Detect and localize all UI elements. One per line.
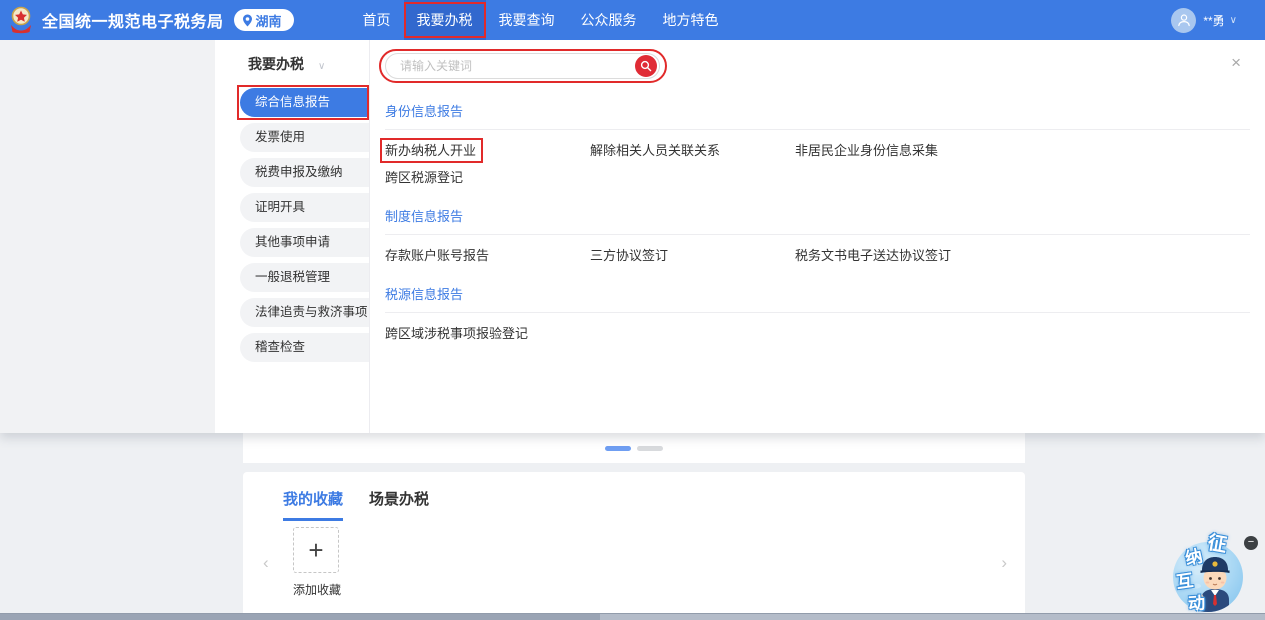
- tax-bureau-emblem-icon: [8, 6, 34, 34]
- chevron-left-icon[interactable]: ‹: [263, 553, 269, 573]
- link-new-taxpayer-opening[interactable]: 新办纳税人开业: [385, 142, 476, 159]
- add-favorite-label: 添加收藏: [293, 581, 341, 598]
- sidebar-item-other-applications[interactable]: 其他事项申请: [240, 228, 369, 257]
- carousel-dot[interactable]: [637, 446, 663, 451]
- add-favorite-button[interactable]: +: [293, 527, 339, 573]
- link-remove-related-person[interactable]: 解除相关人员关联关系: [590, 142, 720, 159]
- sidebar-title: 我要办税 ∨: [215, 54, 369, 74]
- location-selector[interactable]: 湖南: [234, 9, 294, 31]
- mascot-minimize-button[interactable]: −: [1244, 536, 1258, 550]
- plus-icon: +: [308, 535, 323, 566]
- horizontal-scrollbar[interactable]: [0, 613, 1265, 620]
- favorites-tabs: 我的收藏 场景办税: [243, 472, 1025, 521]
- chevron-down-icon: ∨: [1230, 15, 1237, 26]
- add-favorite: + 添加收藏: [293, 527, 341, 598]
- favorites-card: 我的收藏 场景办税 ‹ + 添加收藏 ›: [243, 472, 1025, 614]
- interaction-mascot-widget[interactable]: 征 纳 互 动 −: [1152, 527, 1262, 617]
- link-electronic-delivery-agreement[interactable]: 税务文书电子送达协议签订: [795, 247, 951, 264]
- search-input[interactable]: [385, 53, 660, 79]
- tab-my-favorites[interactable]: 我的收藏: [283, 488, 343, 521]
- user-menu[interactable]: **勇 ∨: [1171, 8, 1237, 33]
- search-icon: [640, 60, 652, 72]
- sidebar-item-legal-liability-relief[interactable]: 法律追责与救济事项: [240, 298, 369, 327]
- sidebar-item-audit-inspection[interactable]: 稽查检查: [240, 333, 369, 362]
- divider: [385, 129, 1250, 130]
- nav-local-features[interactable]: 地方特色: [650, 0, 732, 40]
- mega-menu-panel: 我要办税 ∨ 综合信息报告 发票使用 税费申报及缴纳 证明开具 其他事项申请 一般…: [0, 40, 1265, 433]
- location-pin-icon: [242, 14, 253, 27]
- link-grid-tax-source: 跨区域涉税事项报验登记: [385, 325, 1265, 342]
- link-label: 新办纳税人开业: [385, 143, 476, 158]
- close-icon[interactable]: ×: [1231, 54, 1241, 71]
- search-button[interactable]: [635, 55, 657, 77]
- sidebar-item-invoice-use[interactable]: 发票使用: [240, 123, 369, 152]
- link-cross-region-tax-source-registration[interactable]: 跨区税源登记: [385, 169, 463, 186]
- divider: [385, 312, 1250, 313]
- link-grid-system: 存款账户账号报告 三方协议签订 税务文书电子送达协议签订: [385, 247, 1265, 264]
- user-icon: [1177, 13, 1191, 27]
- search-box: [385, 53, 660, 79]
- link-nonresident-identity-collection[interactable]: 非居民企业身份信息采集: [795, 142, 938, 159]
- top-header: 全国统一规范电子税务局 湖南 首页 我要办税 我要查询 公众服务 地方特色 **…: [0, 0, 1265, 40]
- section-title-system-info: 制度信息报告: [385, 206, 1265, 225]
- chevron-right-icon[interactable]: ›: [1001, 553, 1007, 573]
- nav-home[interactable]: 首页: [350, 0, 404, 40]
- user-name: **勇: [1203, 12, 1224, 29]
- main-nav: 首页 我要办税 我要查询 公众服务 地方特色: [350, 0, 732, 40]
- link-tripartite-agreement[interactable]: 三方协议签订: [590, 247, 668, 264]
- link-deposit-account-report[interactable]: 存款账户账号报告: [385, 247, 489, 264]
- nav-public-services[interactable]: 公众服务: [568, 0, 650, 40]
- sidebar-item-tax-declaration-payment[interactable]: 税费申报及缴纳: [240, 158, 369, 187]
- mega-menu-content: 身份信息报告 新办纳税人开业 解除相关人员关联关系 非居民企业身份信息采集 跨区…: [370, 40, 1265, 433]
- favorites-body: ‹ + 添加收藏 ›: [243, 521, 1025, 613]
- sidebar-item-general-tax-refund[interactable]: 一般退税管理: [240, 263, 369, 292]
- nav-wo-yao-cha-xun[interactable]: 我要查询: [486, 0, 568, 40]
- nav-wo-yao-ban-shui[interactable]: 我要办税: [404, 0, 486, 40]
- site-title: 全国统一规范电子税务局: [42, 8, 224, 32]
- section-title-tax-source-info: 税源信息报告: [385, 284, 1265, 303]
- carousel-dot-active[interactable]: [605, 446, 631, 451]
- divider: [385, 234, 1250, 235]
- overlay-dim-area: [0, 40, 215, 433]
- tab-scenario-tax[interactable]: 场景办税: [369, 488, 429, 521]
- sidebar-item-comprehensive-info-report[interactable]: 综合信息报告: [240, 88, 369, 117]
- nav-label: 我要办税: [417, 12, 473, 28]
- user-avatar: [1171, 8, 1196, 33]
- link-grid-identity: 新办纳税人开业 解除相关人员关联关系 非居民企业身份信息采集 跨区税源登记: [385, 142, 1265, 186]
- chevron-down-icon: ∨: [318, 61, 325, 72]
- sidebar-title-label: 我要办税: [248, 56, 304, 72]
- scrollbar-thumb[interactable]: [0, 614, 600, 620]
- location-label: 湖南: [256, 11, 282, 30]
- sidebar-item-certificate-issuance[interactable]: 证明开具: [240, 193, 369, 222]
- mascot-char-dong: 动: [1187, 588, 1206, 614]
- sidebar-item-label: 综合信息报告: [255, 95, 330, 109]
- carousel-bottom-strip: [243, 433, 1025, 463]
- mega-menu-sidebar: 我要办税 ∨ 综合信息报告 发票使用 税费申报及缴纳 证明开具 其他事项申请 一般…: [215, 40, 370, 433]
- section-title-identity-info: 身份信息报告: [385, 101, 1265, 120]
- link-cross-region-tax-matters-registration[interactable]: 跨区域涉税事项报验登记: [385, 325, 528, 342]
